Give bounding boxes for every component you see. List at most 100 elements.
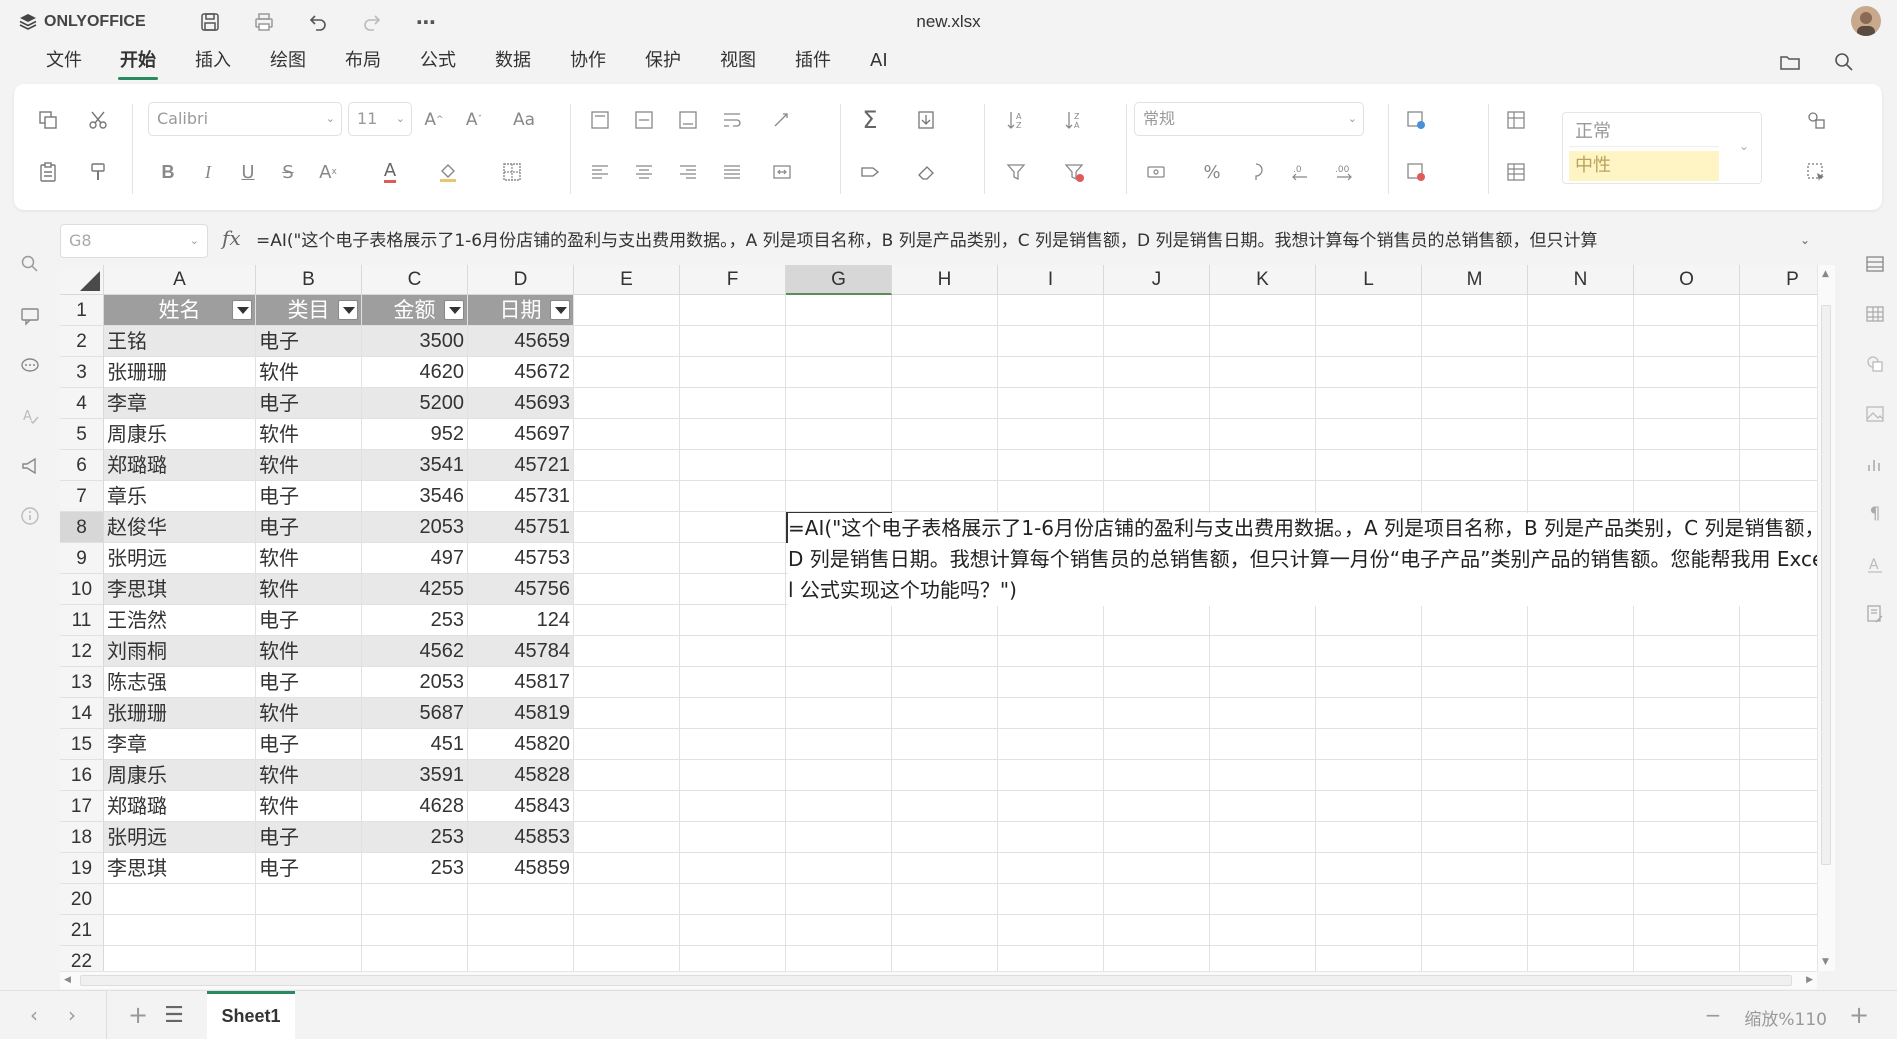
column-header-e[interactable]: E	[574, 265, 680, 295]
cell-p5[interactable]	[1740, 419, 1817, 450]
cell-c9[interactable]: 497	[362, 543, 468, 574]
cell-p6[interactable]	[1740, 450, 1817, 481]
cell-f4[interactable]	[680, 388, 786, 419]
paste-icon[interactable]	[34, 158, 62, 186]
scroll-right-icon[interactable]: ▶	[1806, 975, 1813, 985]
cell-d4[interactable]: 45693	[468, 388, 574, 419]
cell-m21[interactable]	[1422, 915, 1528, 946]
cell-e6[interactable]	[574, 450, 680, 481]
cell-n17[interactable]	[1528, 791, 1634, 822]
currency-icon[interactable]	[1142, 158, 1170, 186]
cell-a9[interactable]: 张明远	[104, 543, 256, 574]
cell-n6[interactable]	[1528, 450, 1634, 481]
cell-o22[interactable]	[1634, 946, 1740, 971]
cell-f9[interactable]	[680, 543, 786, 574]
cell-j20[interactable]	[1104, 884, 1210, 915]
menu-view[interactable]: 视图	[714, 48, 762, 76]
cell-p11[interactable]	[1740, 605, 1817, 636]
cell-e21[interactable]	[574, 915, 680, 946]
column-header-f[interactable]: F	[680, 265, 786, 295]
cell-d11[interactable]: 124	[468, 605, 574, 636]
number-format-select[interactable]: 常规 ⌄	[1134, 102, 1364, 136]
cell-m22[interactable]	[1422, 946, 1528, 971]
cell-h6[interactable]	[892, 450, 998, 481]
cell-b21[interactable]	[256, 915, 362, 946]
merge-cells-icon[interactable]	[768, 158, 796, 186]
cell-n21[interactable]	[1528, 915, 1634, 946]
cell-e20[interactable]	[574, 884, 680, 915]
menu-home[interactable]: 开始	[114, 48, 162, 80]
column-header-b[interactable]: B	[256, 265, 362, 295]
cell-c16[interactable]: 3591	[362, 760, 468, 791]
row-header-16[interactable]: 16	[60, 760, 104, 791]
cell-n4[interactable]	[1528, 388, 1634, 419]
print-icon[interactable]	[250, 8, 278, 36]
cell-g13[interactable]	[786, 667, 892, 698]
cell-c22[interactable]	[362, 946, 468, 971]
font-color-icon[interactable]: A	[376, 158, 404, 186]
chevron-down-icon[interactable]: ⌄	[1739, 139, 1749, 153]
cell-g11[interactable]	[786, 605, 892, 636]
cell-m4[interactable]	[1422, 388, 1528, 419]
cell-f1[interactable]	[680, 295, 786, 326]
cell-d6[interactable]: 45721	[468, 450, 574, 481]
cell-o4[interactable]	[1634, 388, 1740, 419]
cell-o15[interactable]	[1634, 729, 1740, 760]
cell-n18[interactable]	[1528, 822, 1634, 853]
cell-k3[interactable]	[1210, 357, 1316, 388]
row-header-12[interactable]: 12	[60, 636, 104, 667]
fx-icon[interactable]: fx	[222, 226, 241, 250]
cell-d22[interactable]	[468, 946, 574, 971]
cell-o17[interactable]	[1634, 791, 1740, 822]
cell-j14[interactable]	[1104, 698, 1210, 729]
zoom-in-icon[interactable]: +	[1845, 1001, 1873, 1029]
cell-g5[interactable]	[786, 419, 892, 450]
cell-l18[interactable]	[1316, 822, 1422, 853]
delete-cells-icon[interactable]	[1402, 158, 1430, 186]
cell-a21[interactable]	[104, 915, 256, 946]
cell-p13[interactable]	[1740, 667, 1817, 698]
menu-draw[interactable]: 绘图	[264, 48, 312, 76]
cell-i13[interactable]	[998, 667, 1104, 698]
cell-b13[interactable]: 电子	[256, 667, 362, 698]
cell-c18[interactable]: 253	[362, 822, 468, 853]
cell-j11[interactable]	[1104, 605, 1210, 636]
cell-d1[interactable]: 日期	[468, 295, 574, 326]
cell-k22[interactable]	[1210, 946, 1316, 971]
cell-a18[interactable]: 张明远	[104, 822, 256, 853]
menu-ai[interactable]: AI	[864, 48, 894, 76]
copy-icon[interactable]	[34, 106, 62, 134]
row-header-21[interactable]: 21	[60, 915, 104, 946]
cell-b14[interactable]: 软件	[256, 698, 362, 729]
cell-e19[interactable]	[574, 853, 680, 884]
cell-k7[interactable]	[1210, 481, 1316, 512]
filter-dropdown-button[interactable]	[550, 300, 570, 320]
cell-p3[interactable]	[1740, 357, 1817, 388]
cell-i17[interactable]	[998, 791, 1104, 822]
cell-f19[interactable]	[680, 853, 786, 884]
cell-f11[interactable]	[680, 605, 786, 636]
cell-k14[interactable]	[1210, 698, 1316, 729]
chart-settings-icon[interactable]	[1861, 450, 1889, 478]
cell-l7[interactable]	[1316, 481, 1422, 512]
row-header-8[interactable]: 8	[60, 512, 104, 543]
cell-f12[interactable]	[680, 636, 786, 667]
cell-l3[interactable]	[1316, 357, 1422, 388]
cell-o12[interactable]	[1634, 636, 1740, 667]
menu-layout[interactable]: 布局	[339, 48, 387, 76]
align-bottom-icon[interactable]	[674, 106, 702, 134]
cell-p4[interactable]	[1740, 388, 1817, 419]
row-header-11[interactable]: 11	[60, 605, 104, 636]
cell-a12[interactable]: 刘雨桐	[104, 636, 256, 667]
filter-dropdown-button[interactable]	[338, 300, 358, 320]
cell-l20[interactable]	[1316, 884, 1422, 915]
row-header-9[interactable]: 9	[60, 543, 104, 574]
row-header-1[interactable]: 1	[60, 295, 104, 326]
row-header-22[interactable]: 22	[60, 946, 104, 971]
cell-k21[interactable]	[1210, 915, 1316, 946]
cell-o11[interactable]	[1634, 605, 1740, 636]
cell-b7[interactable]: 电子	[256, 481, 362, 512]
cell-l12[interactable]	[1316, 636, 1422, 667]
cell-settings-icon[interactable]	[1861, 250, 1889, 278]
cell-e9[interactable]	[574, 543, 680, 574]
